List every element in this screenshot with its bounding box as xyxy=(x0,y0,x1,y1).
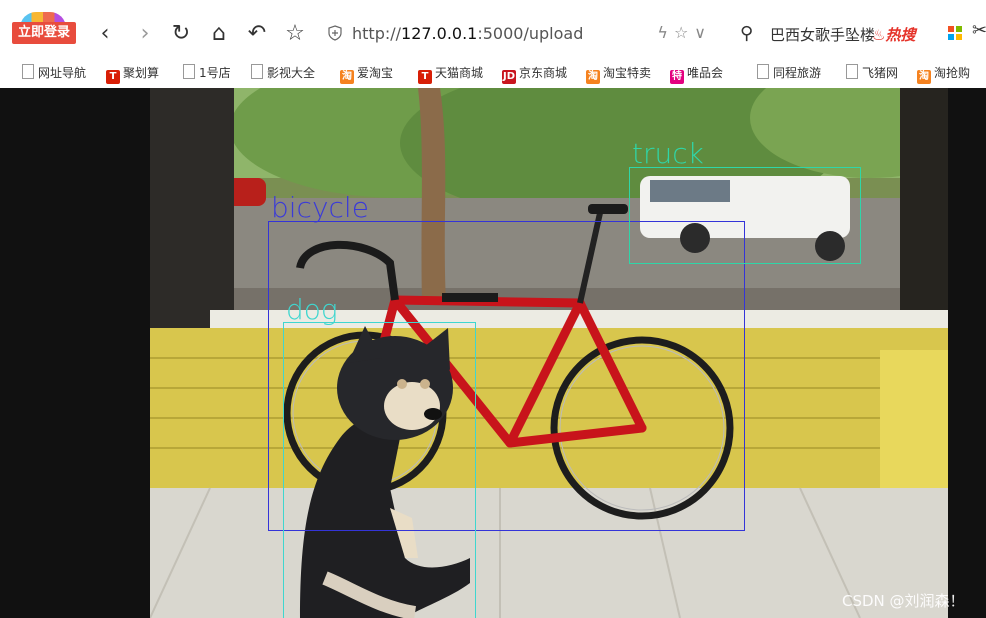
bookmark-site-icon: 淘 xyxy=(586,70,600,84)
shield-icon xyxy=(328,25,342,41)
lightning-icon[interactable]: ϟ xyxy=(657,23,674,42)
address-bar-actions: ϟ☆∨ xyxy=(657,23,712,42)
url-text[interactable]: http://127.0.0.1:5000/upload xyxy=(352,24,583,43)
page-content: bicycle dog truck xyxy=(0,88,986,618)
bookmark-item[interactable]: 淘淘宝特卖 xyxy=(586,64,652,84)
home-icon[interactable]: ⌂ xyxy=(206,22,232,46)
scissors-icon[interactable]: ✂ xyxy=(972,20,986,41)
forward-icon[interactable]: › xyxy=(132,22,158,46)
url-host: 127.0.0.1 xyxy=(401,24,478,43)
page-icon xyxy=(757,64,769,79)
dog-detection-box xyxy=(283,322,476,618)
page-icon xyxy=(22,64,34,79)
bookmark-site-icon: T xyxy=(106,70,120,84)
bookmark-label: 同程旅游 xyxy=(773,66,822,80)
bookmarks-bar: 网址导航 T 聚划算 1号店 影视大全淘爱淘宝 T 天猫商城 JD 京东商城淘淘宝特卖特唯品会同… xyxy=(0,58,986,88)
bookmark-item[interactable]: 网址导航 xyxy=(22,64,86,82)
bookmark-item[interactable]: 淘爱淘宝 xyxy=(340,64,394,84)
search-input[interactable]: 巴西女歌手坠楼 xyxy=(770,24,874,45)
bookmark-label: 京东商城 xyxy=(519,66,568,80)
bookmark-star-icon[interactable]: ☆ xyxy=(674,23,694,42)
truck-detection-box xyxy=(629,167,861,264)
bookmark-item[interactable]: 1号店 xyxy=(183,64,231,82)
dog-detection-label: dog xyxy=(286,293,338,326)
search-icon[interactable]: ⚲ xyxy=(740,23,753,44)
address-bar[interactable]: http://127.0.0.1:5000/upload ϟ☆∨ xyxy=(320,18,716,48)
bookmark-label: 飞猪网 xyxy=(862,66,899,80)
chevron-down-icon[interactable]: ∨ xyxy=(694,23,712,42)
undo-icon[interactable]: ↶ xyxy=(244,22,270,46)
bookmark-item[interactable]: 同程旅游 xyxy=(757,64,821,82)
search-box[interactable]: ⚲ 巴西女歌手坠楼 ♨热搜 xyxy=(730,18,950,48)
url-prefix: http:// xyxy=(352,24,402,43)
bookmark-label: 淘宝特卖 xyxy=(603,66,652,80)
apps-icon[interactable] xyxy=(948,26,962,40)
bookmark-item[interactable]: 飞猪网 xyxy=(846,64,898,82)
bookmark-site-icon: JD xyxy=(502,70,516,84)
bookmark-item[interactable]: 特唯品会 xyxy=(670,64,724,84)
bookmark-site-icon: 特 xyxy=(670,70,684,84)
bookmark-item[interactable]: T 天猫商城 xyxy=(418,64,484,84)
bookmark-label: 唯品会 xyxy=(687,66,724,80)
bookmark-site-icon: 淘 xyxy=(917,70,931,84)
url-path: :5000/upload xyxy=(477,24,584,43)
page-icon xyxy=(183,64,195,79)
browser-toolbar: 立即登录 ‹ › ↻ ⌂ ↶ ☆ http://127.0.0.1:5000/u… xyxy=(0,0,986,58)
reload-icon[interactable]: ↻ xyxy=(168,22,194,46)
page-icon xyxy=(846,64,858,79)
truck-detection-label: truck xyxy=(632,137,704,170)
hot-search-badge[interactable]: ♨热搜 xyxy=(872,24,915,45)
bookmark-item[interactable]: JD 京东商城 xyxy=(502,64,568,84)
bookmark-label: 影视大全 xyxy=(267,66,316,80)
login-label: 立即登录 xyxy=(12,22,76,44)
back-icon[interactable]: ‹ xyxy=(92,22,118,46)
bookmark-site-icon: 淘 xyxy=(340,70,354,84)
bookmark-label: 天猫商城 xyxy=(435,66,484,80)
hot-search-label: 热搜 xyxy=(885,26,916,44)
login-button[interactable]: 立即登录 xyxy=(12,12,76,44)
bookmark-item[interactable]: 淘淘抢购 xyxy=(917,64,971,84)
bookmark-label: 聚划算 xyxy=(123,66,160,80)
bookmark-item[interactable]: 影视大全 xyxy=(251,64,315,82)
bookmark-label: 网址导航 xyxy=(38,66,87,80)
page-icon xyxy=(251,64,263,79)
bookmark-label: 1号店 xyxy=(199,66,231,80)
bicycle-detection-label: bicycle xyxy=(271,191,369,224)
star-icon[interactable]: ☆ xyxy=(282,22,308,46)
watermark-text: CSDN @刘润森！ xyxy=(842,592,965,610)
bookmark-site-icon: T xyxy=(418,70,432,84)
bookmark-label: 淘抢购 xyxy=(934,66,971,80)
bookmark-item[interactable]: T 聚划算 xyxy=(106,64,160,84)
bookmark-label: 爱淘宝 xyxy=(357,66,394,80)
